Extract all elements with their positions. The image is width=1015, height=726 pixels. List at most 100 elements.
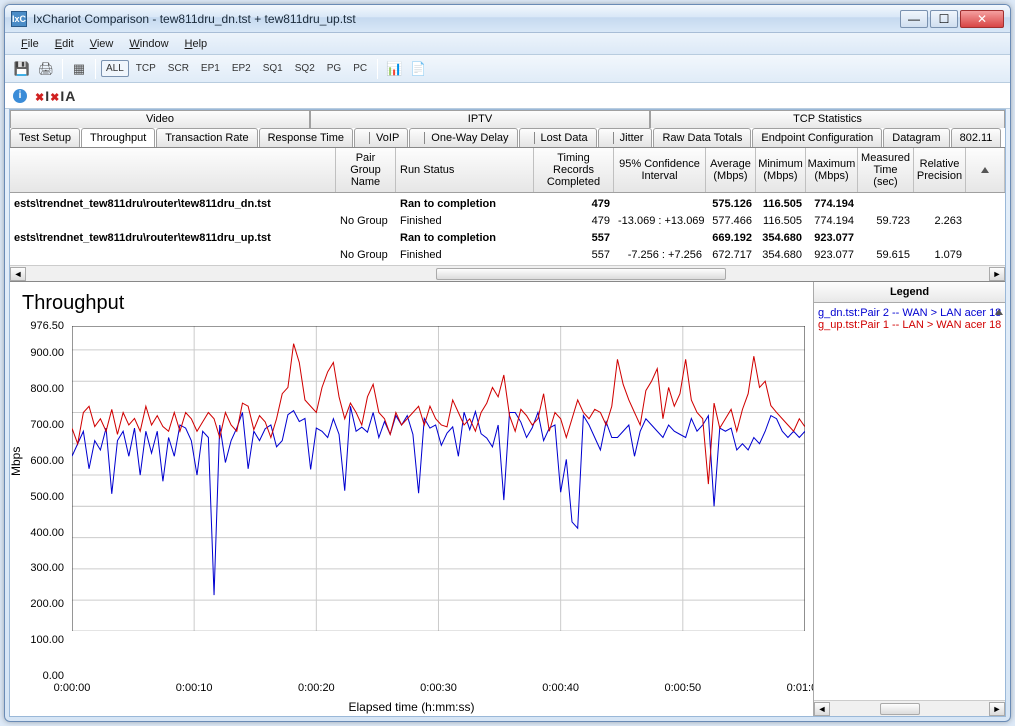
col-max[interactable]: Maximum (Mbps) — [806, 148, 858, 192]
scroll-track[interactable] — [26, 267, 989, 281]
x-tick: 0:00:30 — [420, 682, 457, 694]
export-icon[interactable]: 📄 — [407, 58, 429, 80]
toolbar-separator — [95, 59, 96, 79]
maximize-button[interactable]: ☐ — [930, 10, 958, 28]
tab-lost-data[interactable]: Lost Data — [519, 128, 597, 147]
cell-min: 354.680 — [756, 249, 806, 261]
x-tick: 0:01:00 — [787, 682, 813, 694]
filter-sq2-button[interactable]: SQ2 — [290, 60, 320, 77]
tab-raw-data-totals[interactable]: Raw Data Totals — [653, 128, 751, 147]
table-row[interactable]: No GroupFinished479-13.069 : +13.069577.… — [10, 212, 1005, 229]
x-tick: 0:00:10 — [176, 682, 213, 694]
cell-status: Finished — [396, 249, 534, 261]
cell-pg: No Group — [336, 249, 396, 261]
filter-pc-button[interactable]: PC — [348, 60, 372, 77]
save-icon[interactable]: 💾 — [11, 58, 33, 80]
menu-help[interactable]: Help — [177, 35, 216, 53]
brand-bar: i ✖I✖IA — [5, 83, 1010, 109]
y-tick: 300.00 — [30, 562, 64, 574]
scroll-track[interactable] — [830, 702, 989, 716]
filter-ep1-button[interactable]: EP1 — [196, 60, 225, 77]
chart-icon[interactable]: 📊 — [383, 58, 405, 80]
filter-ep2-button[interactable]: EP2 — [227, 60, 256, 77]
tab-voip[interactable]: VoIP — [354, 128, 408, 147]
tab-datagram[interactable]: Datagram — [883, 128, 949, 147]
print-icon[interactable]: 🖨 — [35, 58, 57, 80]
y-tick: 100.00 — [30, 634, 64, 646]
cell-tr: 557 — [534, 249, 614, 261]
tab-throughput[interactable]: Throughput — [81, 128, 155, 147]
y-tick: 600.00 — [30, 455, 64, 467]
cell-avg: 672.717 — [706, 249, 756, 261]
y-tick: 400.00 — [30, 527, 64, 539]
x-tick: 0:00:00 — [54, 682, 91, 694]
filter-sq1-button[interactable]: SQ1 — [258, 60, 288, 77]
scroll-right-icon[interactable]: ► — [989, 267, 1005, 281]
y-tick: 200.00 — [30, 598, 64, 610]
tab-endpoint-config[interactable]: Endpoint Configuration — [752, 128, 882, 147]
cell-ci: -13.069 : +13.069 — [614, 215, 706, 227]
y-tick: 800.00 — [30, 383, 64, 395]
close-button[interactable]: ✕ — [960, 10, 1004, 28]
col-name[interactable] — [10, 148, 336, 192]
legend-item[interactable]: g_up.tst:Pair 1 -- LAN > WAN acer 181 — [818, 319, 1001, 331]
cell-avg: 577.466 — [706, 215, 756, 227]
col-avg[interactable]: Average (Mbps) — [706, 148, 756, 192]
window-controls: — ☐ ✕ — [900, 10, 1004, 28]
filter-tcp-button[interactable]: TCP — [131, 60, 161, 77]
legend-item[interactable]: g_dn.tst:Pair 2 -- WAN > LAN acer 181 — [818, 307, 1001, 319]
col-rel-precision[interactable]: Relative Precision — [914, 148, 966, 192]
tab-response-time[interactable]: Response Time — [259, 128, 353, 147]
legend-scroll-up-icon[interactable] — [995, 309, 1003, 315]
col-scroll-up[interactable] — [966, 148, 1005, 192]
scroll-thumb[interactable] — [880, 703, 920, 715]
group-tab-tcpstats[interactable]: TCP Statistics — [650, 110, 1005, 128]
data-grid: Pair Group Name Run Status Timing Record… — [10, 148, 1005, 282]
tab-transaction-rate[interactable]: Transaction Rate — [156, 128, 257, 147]
legend-h-scroll[interactable]: ◄ ► — [814, 700, 1005, 716]
cell-min: 354.680 — [756, 232, 806, 244]
legend-body: g_dn.tst:Pair 2 -- WAN > LAN acer 181g_u… — [814, 303, 1005, 700]
scroll-left-icon[interactable]: ◄ — [814, 702, 830, 716]
menu-edit[interactable]: Edit — [47, 35, 82, 53]
filter-all-button[interactable]: ALL — [101, 60, 129, 77]
col-confidence[interactable]: 95% Confidence Interval — [614, 148, 706, 192]
y-tick-labels: 0.00100.00200.00300.00400.00500.00600.00… — [10, 326, 68, 676]
menu-file[interactable]: File — [13, 35, 47, 53]
group-tab-iptv[interactable]: IPTV — [310, 110, 650, 128]
scroll-thumb[interactable] — [436, 268, 726, 280]
minimize-button[interactable]: — — [900, 10, 928, 28]
tab-jitter[interactable]: Jitter — [598, 128, 653, 147]
col-min[interactable]: Minimum (Mbps) — [756, 148, 806, 192]
scroll-left-icon[interactable]: ◄ — [10, 267, 26, 281]
info-icon[interactable]: i — [13, 89, 27, 103]
col-run-status[interactable]: Run Status — [396, 148, 534, 192]
tab-test-setup[interactable]: Test Setup — [10, 128, 80, 147]
grid-body: ests\trendnet_tew811dru\router\tew811dru… — [10, 193, 1005, 265]
cell-rp: 2.263 — [914, 215, 966, 227]
y-tick: 700.00 — [30, 419, 64, 431]
menu-window[interactable]: Window — [121, 35, 176, 53]
filter-pg-button[interactable]: PG — [322, 60, 346, 77]
group-tab-video[interactable]: Video — [10, 110, 310, 128]
x-axis-label: Elapsed time (h:mm:ss) — [348, 700, 474, 714]
table-row[interactable]: ests\trendnet_tew811dru\router\tew811dru… — [10, 229, 1005, 246]
tab-80211[interactable]: 802.11 — [951, 128, 1002, 147]
x-tick: 0:00:20 — [298, 682, 335, 694]
menu-view[interactable]: View — [82, 35, 122, 53]
grid-icon[interactable]: ▦ — [68, 58, 90, 80]
table-row[interactable]: ests\trendnet_tew811dru\router\tew811dru… — [10, 195, 1005, 212]
filter-scr-button[interactable]: SCR — [163, 60, 194, 77]
tab-one-way-delay[interactable]: One-Way Delay — [409, 128, 517, 147]
table-row[interactable]: No GroupFinished557-7.256 : +7.256672.71… — [10, 246, 1005, 263]
cell-pg: No Group — [336, 215, 396, 227]
col-pair-group[interactable]: Pair Group Name — [336, 148, 396, 192]
app-icon: IxC — [11, 11, 27, 27]
y-tick: 900.00 — [30, 347, 64, 359]
grid-h-scroll[interactable]: ◄ ► — [10, 265, 1005, 281]
scroll-right-icon[interactable]: ► — [989, 702, 1005, 716]
col-timing-records[interactable]: Timing Records Completed — [534, 148, 614, 192]
cell-min: 116.505 — [756, 215, 806, 227]
col-measured-time[interactable]: Measured Time (sec) — [858, 148, 914, 192]
app-window: IxC IxChariot Comparison - tew811dru_dn.… — [4, 4, 1011, 722]
